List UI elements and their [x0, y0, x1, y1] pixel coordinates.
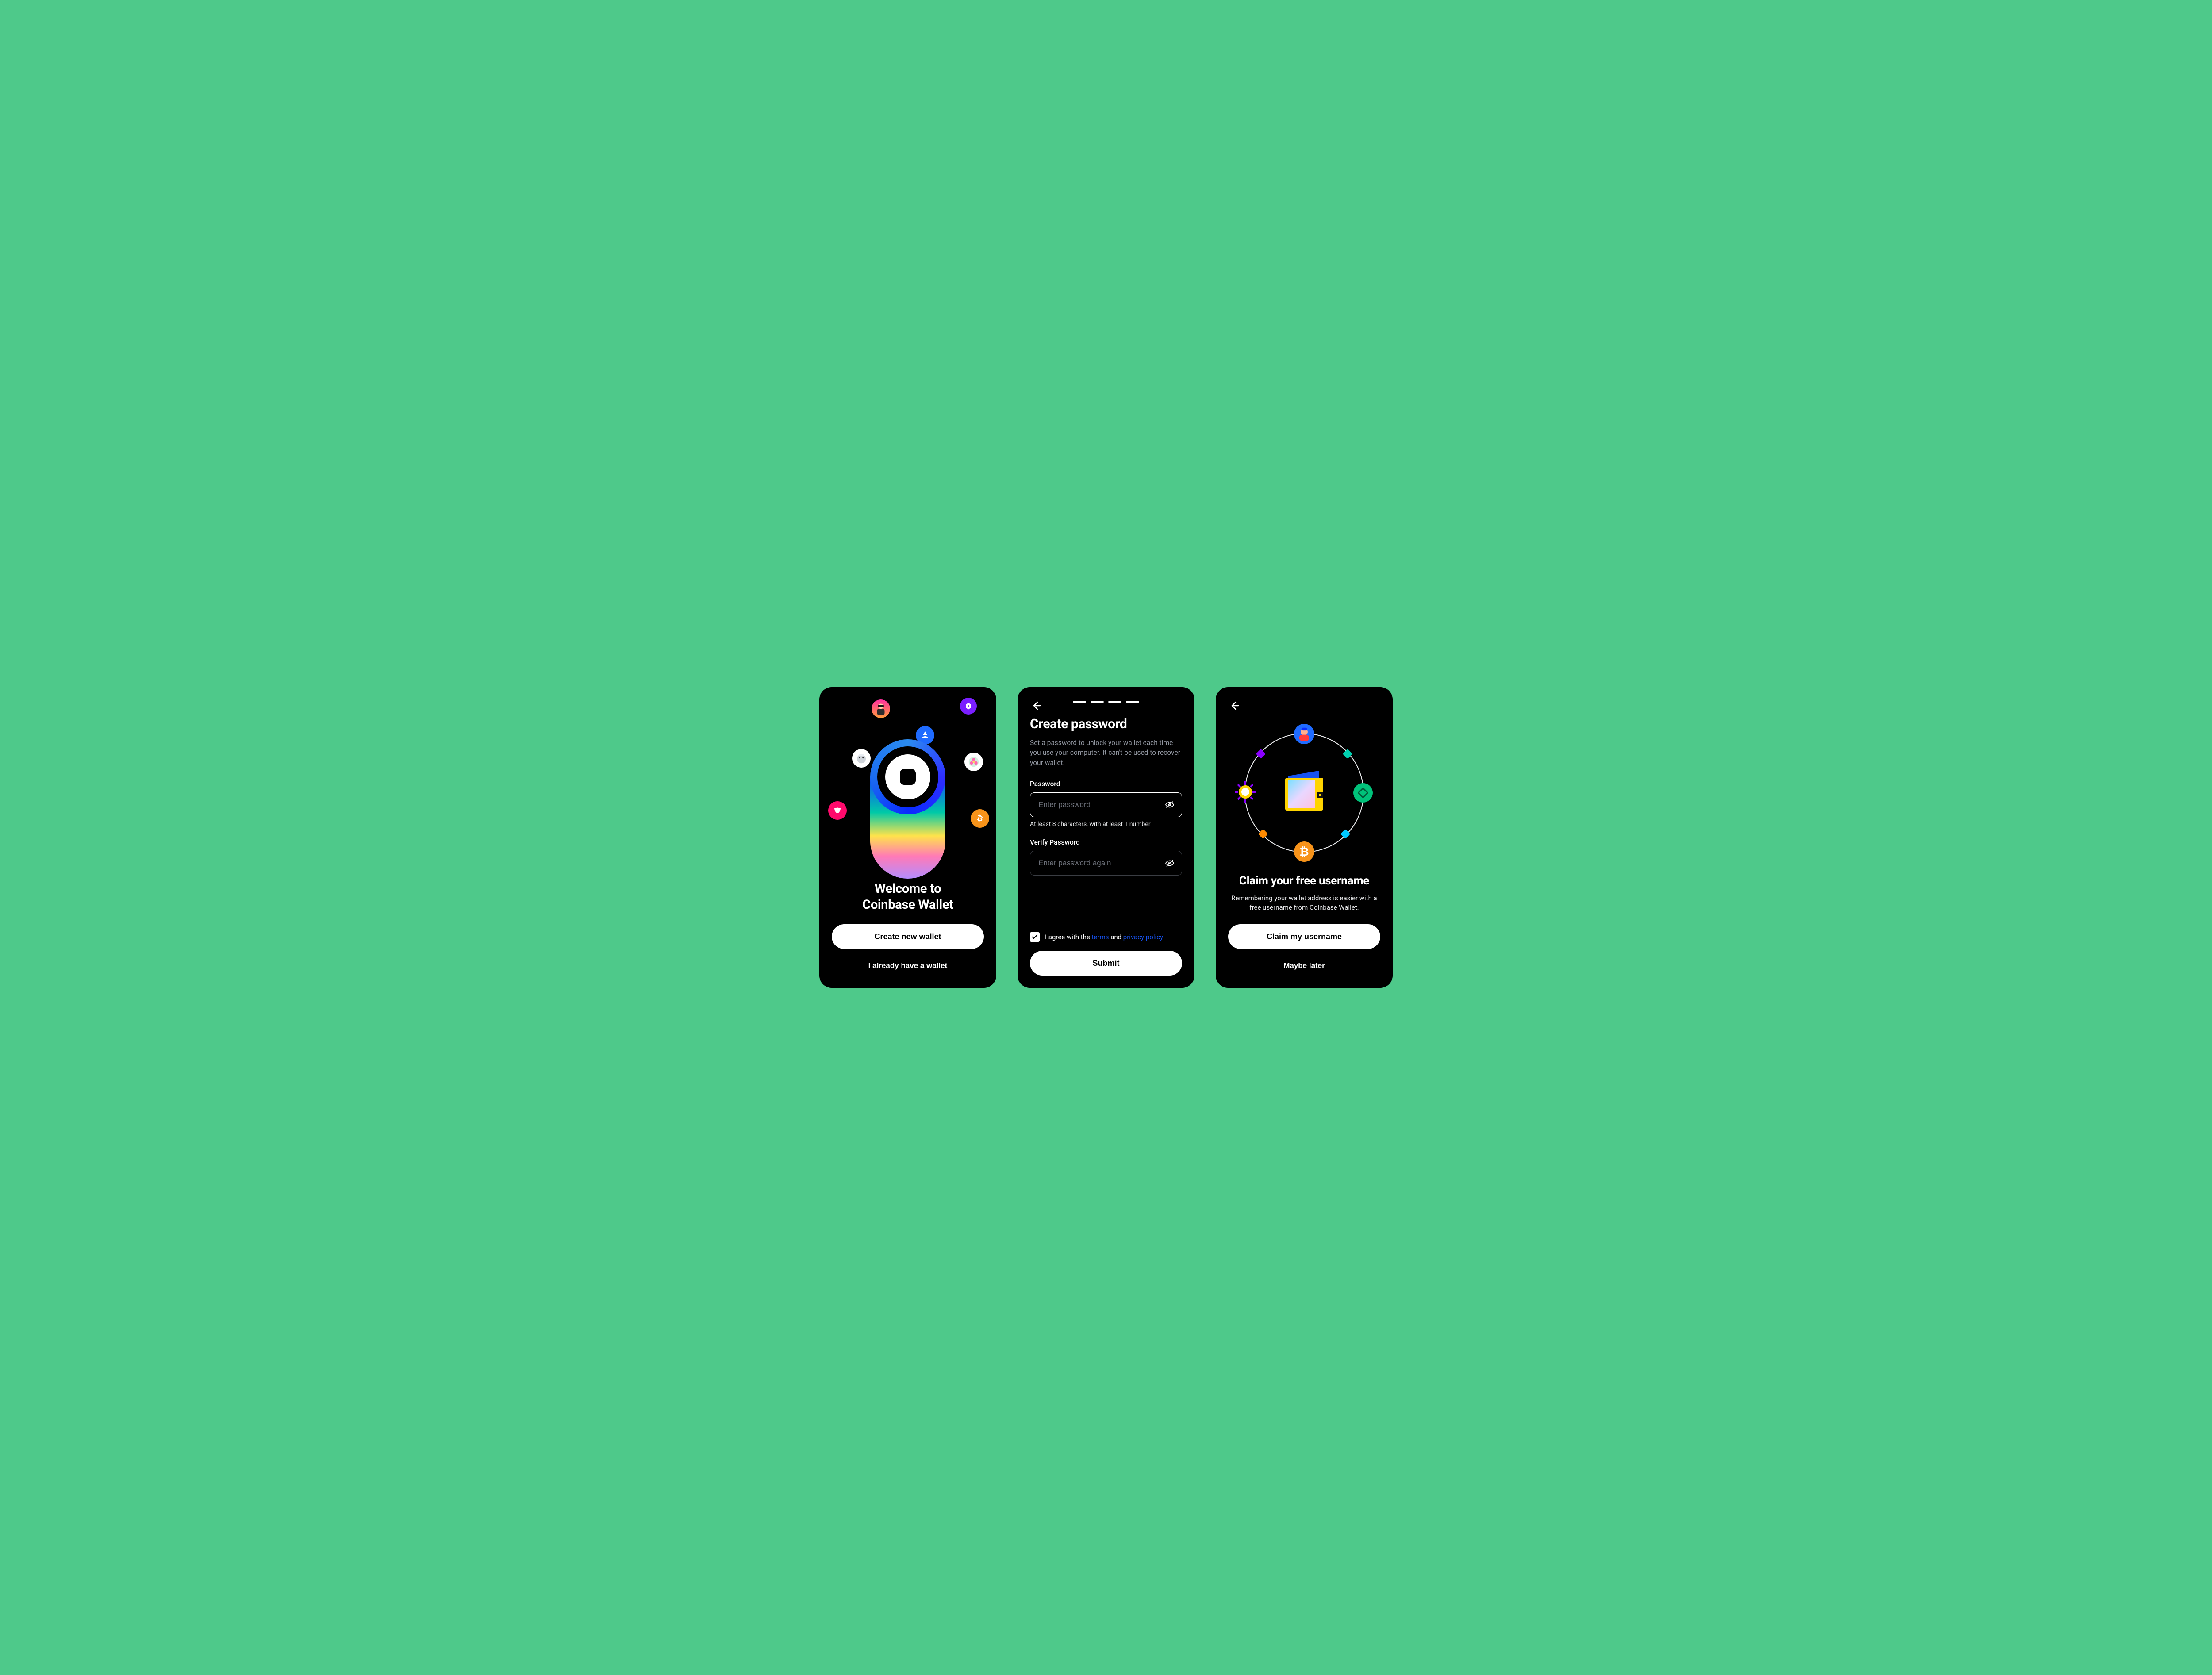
- back-button[interactable]: [1030, 699, 1042, 712]
- bull-icon: [828, 801, 847, 820]
- sun-icon: [1235, 781, 1256, 804]
- submit-button[interactable]: Submit: [1030, 951, 1182, 976]
- diamond-icon: [1340, 829, 1351, 839]
- ape-icon: [852, 749, 871, 768]
- create-password-screen: Create password Set a password to unlock…: [1018, 687, 1194, 988]
- diamond-icon: [1343, 749, 1353, 759]
- coinbase-logo: [870, 739, 945, 814]
- play-icon: [960, 698, 977, 715]
- claim-title: Claim your free username: [1228, 874, 1380, 887]
- password-hint: At least 8 characters, with at least 1 n…: [1030, 821, 1182, 828]
- progress-indicator: [1073, 701, 1139, 703]
- verify-password-input[interactable]: [1030, 851, 1182, 876]
- welcome-title: Welcome to Coinbase Wallet: [832, 881, 984, 913]
- bitcoin-icon: ₿: [971, 809, 989, 828]
- page-title: Create password: [1030, 716, 1182, 732]
- bitcoin-icon: ₿: [1294, 841, 1314, 862]
- agree-checkbox[interactable]: [1030, 932, 1040, 942]
- avatar-icon: [1294, 724, 1314, 744]
- claim-username-screen: ₿: [1216, 687, 1393, 988]
- diamond-icon: [1256, 749, 1266, 759]
- verify-password-label: Verify Password: [1030, 838, 1182, 846]
- gem-icon: [1353, 783, 1373, 803]
- diamond-icon: [1258, 829, 1268, 839]
- toggle-verify-visibility-icon[interactable]: [1164, 857, 1176, 869]
- username-hero: ₿: [1228, 716, 1380, 870]
- maybe-later-button[interactable]: Maybe later: [1228, 956, 1380, 976]
- claim-subtitle: Remembering your wallet address is easie…: [1228, 894, 1380, 913]
- already-have-wallet-button[interactable]: I already have a wallet: [832, 956, 984, 976]
- privacy-link[interactable]: privacy policy: [1123, 933, 1163, 941]
- welcome-screen: ₿ Welcome to Coinbase Wallet Create new …: [819, 687, 996, 988]
- terms-link[interactable]: terms: [1092, 933, 1109, 941]
- password-input[interactable]: [1030, 792, 1182, 817]
- page-subtitle: Set a password to unlock your wallet eac…: [1030, 738, 1182, 768]
- create-wallet-button[interactable]: Create new wallet: [832, 924, 984, 949]
- toggle-password-visibility-icon[interactable]: [1164, 799, 1176, 811]
- welcome-hero: ₿: [832, 699, 984, 881]
- flower-icon: [964, 753, 983, 771]
- agree-text: I agree with the terms and privacy polic…: [1045, 933, 1163, 941]
- svg-text:₿: ₿: [976, 814, 983, 823]
- avatar-icon: [872, 699, 890, 718]
- claim-username-button[interactable]: Claim my username: [1228, 924, 1380, 949]
- password-label: Password: [1030, 780, 1182, 788]
- wallet-icon: [1280, 771, 1329, 815]
- back-button[interactable]: [1228, 699, 1240, 712]
